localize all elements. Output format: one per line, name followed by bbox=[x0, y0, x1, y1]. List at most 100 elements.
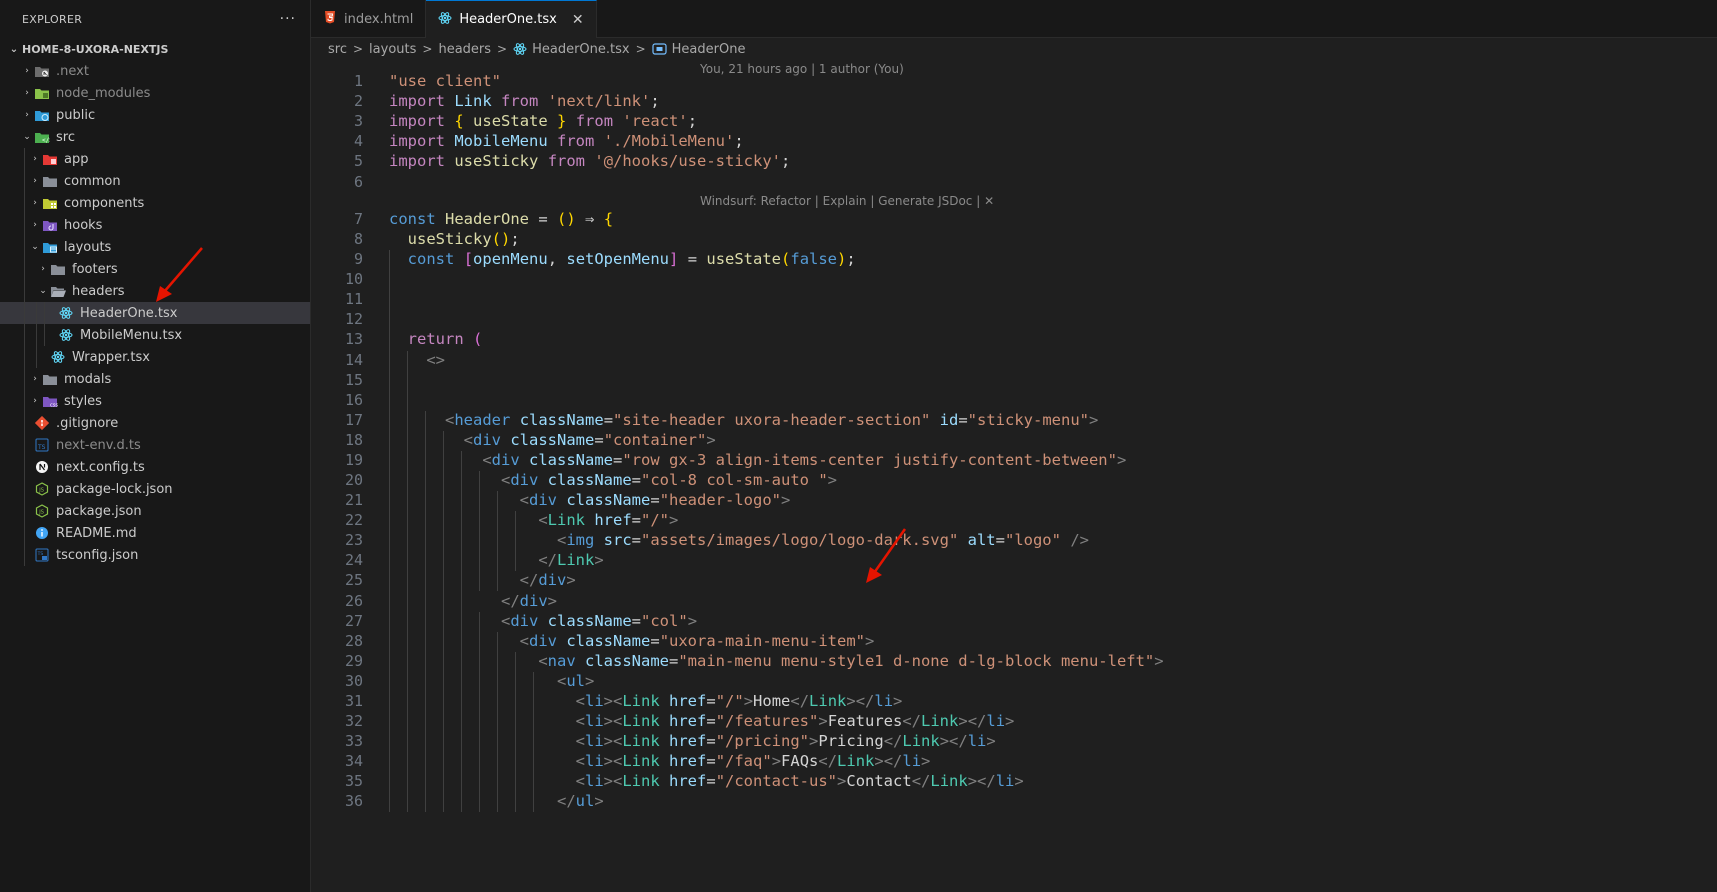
code-line[interactable]: 17 <header className="site-header uxora-… bbox=[311, 409, 1717, 431]
code-line[interactable]: 32 <li><Link href="/features">Features</… bbox=[311, 710, 1717, 732]
tree-item-common[interactable]: › common bbox=[0, 170, 310, 192]
code-line[interactable]: 34 <li><Link href="/faq">FAQs</Link></li… bbox=[311, 750, 1717, 772]
tree-item-readme-md[interactable]: README.md bbox=[0, 522, 310, 544]
tab-index-html[interactable]: index.html bbox=[311, 0, 427, 38]
code-line[interactable]: 28 <div className="uxora-main-menu-item"… bbox=[311, 630, 1717, 652]
tree-item-layouts[interactable]: ⌄ layouts bbox=[0, 236, 310, 258]
line-number: 33 bbox=[344, 732, 363, 751]
tree-item-gitignore[interactable]: .gitignore bbox=[0, 412, 310, 434]
code-line[interactable]: 15 bbox=[311, 369, 1717, 391]
tree-item-node-modules[interactable]: › node_modules bbox=[0, 82, 310, 104]
workspace-root[interactable]: ⌄ HOME-8-UXORA-NEXTJS bbox=[0, 38, 310, 60]
code-line[interactable]: 22 <Link href="/"> bbox=[311, 509, 1717, 531]
code-line[interactable]: 10 bbox=[311, 268, 1717, 290]
line-number: 34 bbox=[344, 752, 363, 771]
code-line[interactable]: 18 <div className="container"> bbox=[311, 429, 1717, 451]
indent-guide bbox=[24, 456, 25, 478]
breadcrumb-src[interactable]: src bbox=[328, 42, 347, 57]
code-line[interactable]: 31 <li><Link href="/">Home</Link></li> bbox=[311, 690, 1717, 712]
tree-item-styles[interactable]: › css styles bbox=[0, 390, 310, 412]
chevron-right-icon: › bbox=[33, 198, 37, 208]
code-line[interactable]: 1 "use client" bbox=[311, 70, 1717, 92]
folder-icon bbox=[42, 372, 58, 386]
tree-item-mobilemenu-tsx[interactable]: MobileMenu.tsx bbox=[0, 324, 310, 346]
code-line[interactable]: 30 <ul> bbox=[311, 670, 1717, 692]
line-number: 31 bbox=[344, 691, 363, 710]
code-line[interactable]: 33 <li><Link href="/pricing">Pricing</Li… bbox=[311, 730, 1717, 752]
code-line[interactable]: 14 <> bbox=[311, 349, 1717, 371]
code-line[interactable]: 29 <nav className="main-menu menu-style1… bbox=[311, 650, 1717, 672]
react-icon bbox=[58, 306, 74, 320]
tree-item-footers[interactable]: › footers bbox=[0, 258, 310, 280]
explorer-header: EXPLORER ··· bbox=[0, 0, 310, 38]
react-icon bbox=[58, 328, 74, 342]
code-line[interactable]: 7 const HeaderOne = () ⇒ { bbox=[311, 208, 1717, 230]
tree-item-package-json[interactable]: JS package.json bbox=[0, 500, 310, 522]
code-line[interactable]: 23 <img src="assets/images/logo/logo-dar… bbox=[311, 529, 1717, 551]
line-number: 2 bbox=[353, 92, 363, 111]
indent-guide bbox=[497, 491, 498, 592]
breadcrumb-file[interactable]: HeaderOne.tsx bbox=[532, 42, 630, 57]
code-line[interactable]: 4 import MobileMenu from './MobileMenu'; bbox=[311, 130, 1717, 152]
code-text: <div className="col-8 col-sm-auto "> bbox=[500, 471, 837, 490]
code-line[interactable]: 8 useSticky(); bbox=[311, 228, 1717, 250]
css-folder-icon: css bbox=[42, 394, 58, 408]
code-line[interactable]: 6 bbox=[311, 171, 1717, 193]
code-line[interactable]: 25 </div> bbox=[311, 569, 1717, 591]
layouts-folder-icon bbox=[42, 240, 58, 254]
indent-guide bbox=[461, 450, 462, 813]
tree-item-next[interactable]: › .next bbox=[0, 60, 310, 82]
code-line[interactable]: 5 import useSticky from '@/hooks/use-stic… bbox=[311, 150, 1717, 172]
breadcrumb-symbol[interactable]: HeaderOne bbox=[672, 42, 746, 57]
code-line[interactable]: 2 import Link from 'next/link'; bbox=[311, 90, 1717, 112]
code-line[interactable]: 35 <li><Link href="/contact-us">Contact<… bbox=[311, 770, 1717, 792]
tree-item-hooks[interactable]: › hooks bbox=[0, 214, 310, 236]
public-folder-icon bbox=[34, 108, 50, 122]
tree-item-next-config-ts[interactable]: next.config.ts bbox=[0, 456, 310, 478]
code-line[interactable]: 12 bbox=[311, 308, 1717, 330]
indent-guide bbox=[36, 302, 37, 324]
code-line[interactable]: 21 <div className="header-logo"> bbox=[311, 489, 1717, 511]
line-number: 10 bbox=[344, 270, 363, 289]
code-line[interactable]: 24 </Link> bbox=[311, 549, 1717, 571]
tree-item-headers[interactable]: ⌄ headers bbox=[0, 280, 310, 302]
chevron-right-icon: > bbox=[497, 42, 508, 56]
tree-item-public[interactable]: › public bbox=[0, 104, 310, 126]
code-line[interactable]: 20 <div className="col-8 col-sm-auto "> bbox=[311, 469, 1717, 491]
code-editor[interactable]: You, 21 hours ago | 1 author (You) Winds… bbox=[311, 60, 1717, 892]
code-line[interactable]: 9 const [openMenu, setOpenMenu] = useSta… bbox=[311, 248, 1717, 270]
code-text: <div className="row gx-3 align-items-cen… bbox=[482, 450, 1127, 469]
tree-item-src[interactable]: ⌄ </> src bbox=[0, 126, 310, 148]
tree-item-wrapper-tsx[interactable]: Wrapper.tsx bbox=[0, 346, 310, 368]
close-icon[interactable]: ✕ bbox=[572, 12, 584, 28]
code-line[interactable]: 26 </div> bbox=[311, 590, 1717, 612]
line-number: 3 bbox=[353, 112, 363, 131]
line-number: 24 bbox=[344, 551, 363, 570]
folder-open-icon bbox=[50, 284, 66, 298]
code-line[interactable]: 13 return ( bbox=[311, 328, 1717, 350]
tree-item-app[interactable]: › app bbox=[0, 148, 310, 170]
indent-guide bbox=[515, 511, 516, 572]
code-line[interactable]: 19 <div className="row gx-3 align-items-… bbox=[311, 449, 1717, 471]
more-actions-icon[interactable]: ··· bbox=[280, 11, 296, 27]
code-text: import useSticky from '@/hooks/use-stick… bbox=[389, 152, 791, 171]
tree-item-next-env-d-ts[interactable]: TS next-env.d.ts bbox=[0, 434, 310, 456]
tree-item-modals[interactable]: › modals bbox=[0, 368, 310, 390]
code-line[interactable]: 3 import { useState } from 'react'; bbox=[311, 110, 1717, 132]
tree-item-package-lock-json[interactable]: JS package-lock.json bbox=[0, 478, 310, 500]
code-line[interactable]: 11 bbox=[311, 288, 1717, 310]
code-line[interactable]: 16 bbox=[311, 389, 1717, 411]
tree-item-headerone-tsx[interactable]: HeaderOne.tsx bbox=[0, 302, 310, 324]
html-icon bbox=[323, 10, 337, 28]
tree-item-label: public bbox=[56, 107, 96, 123]
breadcrumb-headers[interactable]: headers bbox=[438, 42, 491, 57]
tab-headerone-tsx[interactable]: HeaderOne.tsx ✕ bbox=[426, 0, 597, 38]
indent-guide bbox=[24, 214, 25, 236]
code-line[interactable]: 36 </ul> bbox=[311, 790, 1717, 812]
chevron-right-icon: › bbox=[33, 154, 37, 164]
code-line[interactable]: 27 <div className="col"> bbox=[311, 610, 1717, 632]
breadcrumb-layouts[interactable]: layouts bbox=[369, 42, 416, 57]
tree-item-components[interactable]: › components bbox=[0, 192, 310, 214]
code-text: useSticky(); bbox=[407, 230, 520, 249]
tree-item-tsconfig-json[interactable]: TS tsconfig.json bbox=[0, 544, 310, 566]
